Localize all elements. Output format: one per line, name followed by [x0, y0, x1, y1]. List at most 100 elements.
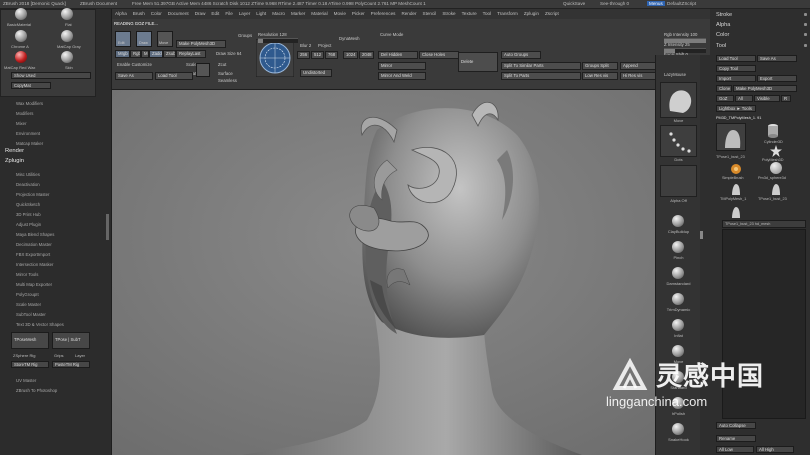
res-512-button[interactable]: 512: [311, 51, 324, 59]
plugin-item[interactable]: Modifiers: [16, 111, 33, 116]
plugin-item[interactable]: Scale Master: [16, 302, 41, 307]
load-tool-button[interactable]: Load Tool: [716, 55, 756, 62]
plugin-item[interactable]: Intersection Masker: [16, 262, 54, 267]
menu-texture[interactable]: Texture: [459, 9, 480, 18]
mirror-weld-button[interactable]: Mirror And Weld: [378, 72, 426, 80]
polymesh-thumb[interactable]: [770, 145, 782, 157]
blur-label[interactable]: Blur 2: [300, 43, 311, 48]
resolution-label[interactable]: Resolution 128: [258, 32, 287, 37]
edit-button[interactable]: Edit: [115, 31, 131, 47]
palette-popout-icon[interactable]: [804, 23, 807, 26]
subtool-row[interactable]: TPose1_bust_23 hd_mesh: [722, 220, 806, 228]
copy-tool-button[interactable]: Copy Tool: [716, 65, 756, 72]
plugin-item[interactable]: Deactivation: [16, 182, 40, 187]
all-high-button[interactable]: All High: [756, 446, 794, 453]
menu-tool[interactable]: Tool: [480, 9, 494, 18]
brush-slot[interactable]: [660, 264, 697, 282]
zplugin-palette-header[interactable]: Zplugin: [5, 158, 24, 164]
rename-button[interactable]: Rename: [716, 435, 756, 442]
menu-material[interactable]: Material: [308, 9, 330, 18]
undistorted-button[interactable]: Undistorted: [300, 69, 332, 77]
menu-color[interactable]: Color: [148, 9, 165, 18]
menu-macro[interactable]: Macro: [269, 9, 288, 18]
split-similar-parts-button[interactable]: Split To Similar Parts: [501, 62, 581, 70]
tpose-subt-button[interactable]: TPose | SubT: [52, 332, 90, 349]
subtool-thumb[interactable]: [730, 205, 742, 219]
res-1024-button[interactable]: 1024: [343, 51, 358, 59]
project-label[interactable]: Project: [318, 43, 331, 48]
menu-file[interactable]: File: [222, 9, 235, 18]
m-button[interactable]: M: [141, 50, 149, 58]
tmpolymesh-thumb[interactable]: [730, 182, 742, 196]
sphere-thumb[interactable]: [770, 162, 782, 174]
left-tray-scrollbar[interactable]: [106, 214, 109, 240]
menu-layer[interactable]: Layer: [236, 9, 254, 18]
zbrush-to-photoshop-item[interactable]: ZBrush To Photoshop: [16, 388, 57, 393]
res-2048-button[interactable]: 2048: [359, 51, 374, 59]
res-768-button[interactable]: 768: [325, 51, 338, 59]
import-button[interactable]: Import: [716, 75, 756, 82]
plugin-item[interactable]: Text 3D & Vector Shapes: [16, 322, 64, 327]
plugin-item[interactable]: QuickSketch: [16, 202, 40, 207]
menu-alpha[interactable]: Alpha: [112, 9, 130, 18]
r-button[interactable]: R: [781, 95, 791, 102]
zintensity-label[interactable]: Draw Size 64: [216, 51, 242, 56]
close-holes-button[interactable]: Close Holes: [419, 51, 459, 59]
menu-preferences[interactable]: Preferences: [368, 9, 399, 18]
menu-render[interactable]: Render: [398, 9, 419, 18]
groups-label[interactable]: Groups: [238, 33, 252, 38]
material-matcap-gray-thumb[interactable]: [61, 30, 73, 42]
default-zscript-button[interactable]: DefaultZScript: [667, 1, 696, 6]
material-matcap-red-wax-thumb[interactable]: [15, 51, 27, 63]
quicksave-button[interactable]: QuickSave: [563, 1, 585, 6]
show-used-button[interactable]: Show Used: [11, 72, 91, 79]
move-button[interactable]: Move: [157, 31, 173, 47]
canvas-viewport[interactable]: [112, 90, 655, 455]
draw-size-gizmo[interactable]: [256, 39, 294, 77]
brush-slot[interactable]: [660, 238, 697, 256]
plugin-item[interactable]: Multi Map Exporter: [16, 282, 52, 287]
make-polymesh-button[interactable]: Make PolyMesh3D: [733, 85, 797, 92]
seamless-label[interactable]: Seamless: [218, 78, 237, 83]
zsub-button[interactable]: Zsub: [163, 50, 176, 58]
cylinder-thumb[interactable]: [766, 123, 780, 139]
palette-popout-icon[interactable]: [804, 13, 807, 16]
enable-customize-label[interactable]: Enable Customize: [117, 62, 152, 67]
plugin-item[interactable]: Misc Utilities: [16, 172, 40, 177]
menu-stroke[interactable]: Stroke: [439, 9, 458, 18]
tposemesh-button[interactable]: TPoseMesh: [11, 332, 49, 349]
menu-transform[interactable]: Transform: [494, 9, 521, 18]
menu-document[interactable]: Document: [165, 9, 192, 18]
plugin-item[interactable]: PolyGroupIt: [16, 292, 39, 297]
simplebrush-thumb[interactable]: [730, 163, 742, 175]
collapse-arrow-icon[interactable]: [700, 231, 703, 239]
lightbox-tools-button[interactable]: Lightbox ► Tools: [716, 105, 756, 112]
tpose-thumb[interactable]: [770, 182, 782, 196]
mrgb-button[interactable]: Mrgb: [115, 50, 130, 58]
brush-slot[interactable]: [660, 316, 697, 334]
plugin-item[interactable]: Adjust Plugin: [16, 222, 41, 227]
local-symmetry-button[interactable]: [196, 63, 210, 77]
menu-marker[interactable]: Marker: [288, 9, 308, 18]
save-as-button[interactable]: Save As: [115, 72, 153, 80]
split-to-parts-button[interactable]: Split To Parts: [501, 72, 581, 80]
export-button[interactable]: Export: [757, 75, 797, 82]
move-brush-slot[interactable]: [660, 82, 697, 118]
rgb-button[interactable]: Rgb: [130, 50, 141, 58]
zadd-button[interactable]: Zadd: [149, 50, 163, 58]
menu-brush[interactable]: Brush: [130, 9, 148, 18]
palette-color[interactable]: Color: [716, 32, 729, 38]
render-palette-header[interactable]: Render: [5, 148, 24, 154]
draw-button[interactable]: Draw: [136, 31, 152, 47]
zcut-label[interactable]: Zcut: [218, 62, 226, 67]
res-256-button[interactable]: 256: [297, 51, 310, 59]
z-intensity-label[interactable]: Z Intensity 25: [664, 42, 690, 47]
rgb-intensity-label[interactable]: Rgb Intensity 100: [664, 32, 697, 37]
material-chrome-thumb[interactable]: [15, 30, 27, 42]
append-button[interactable]: Append: [620, 62, 656, 70]
del-hidden-button[interactable]: Del Hidden: [378, 51, 418, 59]
pastetm-rig-button[interactable]: PasteTM Rig: [52, 361, 90, 368]
plugin-item[interactable]: Environment: [16, 131, 40, 136]
plugin-item[interactable]: SubTool Master: [16, 312, 46, 317]
palette-popout-icon[interactable]: [804, 44, 807, 47]
